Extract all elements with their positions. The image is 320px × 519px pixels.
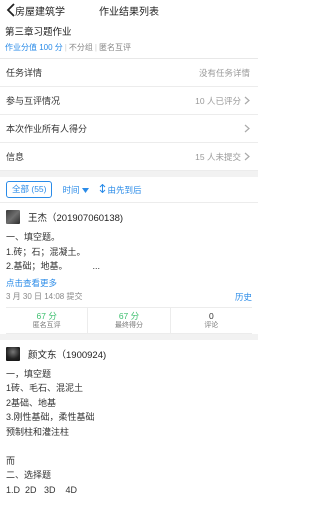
stat-comments[interactable]: 0 评论: [171, 308, 252, 333]
row-all-scores[interactable]: 本次作业所有人得分: [0, 115, 258, 143]
row-label: 信息: [6, 152, 25, 162]
row-value: 15 人未提交: [195, 151, 241, 162]
submission-answer: 一、填空题。 1.砖；石；混凝土。 2.基础；地基。 ...: [6, 232, 101, 271]
filter-time-label: 时间: [62, 184, 80, 195]
stat-value: 67 分: [118, 310, 140, 321]
filter-time-dropdown[interactable]: 时间: [62, 184, 89, 196]
homework-grouping: 不分组: [68, 43, 93, 52]
avatar[interactable]: [6, 346, 20, 361]
submission-meta: 3 月 30 日 14:08 提交 历史: [6, 291, 252, 303]
score-stats: 67 分 匿名互评 67 分 最终得分 0 评论: [6, 306, 252, 334]
row-label: 任务详情: [6, 68, 43, 78]
filter-bar: 全部 (55) 时间 由先到后: [0, 177, 258, 203]
row-value: 没有任务详情: [198, 67, 250, 78]
row-peer-review-status[interactable]: 参与互评情况 10 人已评分: [0, 87, 258, 115]
row-label: 本次作业所有人得分: [6, 124, 88, 134]
row-value: 10 人已评分: [195, 95, 241, 106]
chevron-right-icon: [244, 124, 250, 133]
caret-down-icon: [81, 185, 89, 195]
chevron-right-icon: [244, 152, 250, 161]
stat-peer-review[interactable]: 67 分 匿名互评: [6, 307, 89, 333]
filter-order-label: 由先到后: [107, 184, 142, 195]
stat-value: 0: [208, 310, 214, 321]
student-name: 王杰（201907060138): [28, 213, 124, 224]
stat-label: 最终得分: [114, 321, 143, 329]
submit-time: 3 月 30 日 14:08 提交: [6, 292, 83, 301]
sort-arrows-icon: [99, 183, 106, 195]
submission-card: 颜文东（1900924) 一，填空题 1砖、毛石、混泥土 2基础、地基 3.刚性…: [0, 333, 258, 498]
page-title: 作业结果列表: [99, 7, 159, 18]
row-task-details[interactable]: 任务详情 没有任务详情: [0, 59, 258, 87]
stat-final-score[interactable]: 67 分 最终得分: [88, 307, 171, 333]
row-info[interactable]: 信息 15 人未提交: [0, 143, 258, 171]
homework-title: 第三章习题作业: [5, 27, 72, 38]
stat-value: 67 分: [36, 310, 57, 321]
submission-card: 王杰（201907060138) 一、填空题。 1.砖；石；混凝土。 2.基础；…: [0, 203, 258, 334]
submission-header: 颜文东（1900924): [6, 346, 252, 361]
filter-order-toggle[interactable]: 由先到后: [99, 183, 142, 196]
stat-label: 评论: [204, 321, 219, 329]
homework-meta: 作业分值 100 分 | 不分组 | 匿名互评: [5, 43, 253, 53]
filter-all-chip[interactable]: 全部 (55): [6, 181, 53, 198]
chevron-right-icon: [244, 96, 250, 105]
row-label: 参与互评情况: [6, 96, 61, 106]
avatar[interactable]: [6, 210, 20, 224]
course-name[interactable]: 房屋建筑学: [15, 3, 65, 18]
homework-header: 第三章习题作业 作业分值 100 分 | 不分组 | 匿名互评: [0, 20, 258, 59]
submission-header: 王杰（201907060138): [6, 210, 252, 224]
nav-bar: 房屋建筑学 作业结果列表: [0, 0, 258, 20]
stat-label: 匿名互评: [32, 321, 61, 329]
view-more-link[interactable]: 点击查看更多: [6, 277, 252, 289]
meta-divider: |: [64, 43, 67, 52]
student-name: 颜文东（1900924): [28, 349, 107, 361]
history-link[interactable]: 历史: [235, 291, 252, 303]
meta-divider: |: [94, 43, 97, 52]
submission-answer: 一，填空题 1砖、毛石、混泥土 2基础、地基 3.刚性基础，柔性基础 预制柱和灌…: [6, 368, 95, 495]
homework-review-mode: 匿名互评: [98, 43, 131, 52]
homework-score: 作业分值 100 分: [5, 43, 63, 52]
